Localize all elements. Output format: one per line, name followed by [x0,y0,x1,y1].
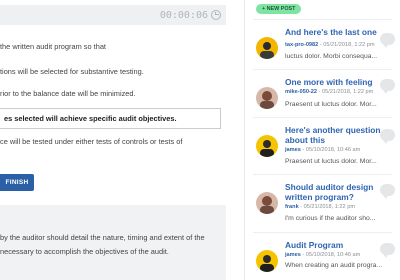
post-excerpt: Praesent ut luctus dolor. Mor... [285,101,377,108]
post-excerpt: Praesent ut luctus dolor. Mor... [285,158,377,165]
speech-bubble-icon [380,129,395,144]
post-title[interactable]: Here's another question about this [285,125,381,145]
answer-option-3[interactable]: rior to the balance date will be minimiz… [0,89,136,99]
avatar [256,87,278,109]
post-divider [253,69,392,70]
avatar [256,250,278,272]
post-title[interactable]: Should auditor design written program? [285,182,381,202]
explanation-line-2: necessary to accomplish the objectives o… [0,247,169,256]
post-divider [253,174,392,175]
timer-readout: 00:00:06 [159,10,208,21]
post-date: - 05/21/2018, 1:22 pm [318,42,375,48]
post-item[interactable]: Here's another question about this james… [245,117,400,179]
clock-icon [211,10,221,20]
post-item[interactable]: Audit Program james - 05/10/2018, 10:46 … [245,232,400,280]
post-date: - 05/10/2018, 10:46 am [300,252,361,258]
post-item[interactable]: And here's the last one tax-pro-0982 - 0… [245,19,400,81]
post-excerpt: I'm curious if the auditor sho... [285,215,376,222]
speech-bubble-icon [380,79,395,94]
post-meta: james - 05/10/2018, 10:46 am [285,252,360,258]
post-date: - 05/21/2018, 1:22 pm [298,204,355,210]
post-title-text[interactable]: One more with feeling [285,77,372,87]
finish-button[interactable]: FINISH [0,174,34,191]
speech-bubble-icon [380,33,395,48]
answer-option-5[interactable]: ce will be tested under either tests of … [0,137,182,147]
post-divider [253,19,392,20]
post-title-line-1[interactable]: Here's another question [285,125,381,135]
post-title-text[interactable]: Audit Program [285,240,343,250]
post-excerpt: luctus dolor. Morbi consequa... [285,53,378,60]
post-title[interactable]: And here's the last one [285,27,381,37]
post-title-line-1[interactable]: Should auditor design [285,182,381,192]
answer-option-4-selected[interactable]: es selected will achieve specific audit … [0,108,221,129]
post-meta: tax-pro-0982 - 05/21/2018, 1:22 pm [285,42,375,48]
speech-bubble-icon [380,184,395,199]
post-meta: james - 05/10/2018, 10:46 am [285,147,360,153]
post-meta: mike-050-22 - 05/21/2018, 1:22 pm [285,89,373,95]
new-post-button[interactable]: + NEW POST [256,4,302,14]
avatar [256,37,278,59]
post-title-line-2[interactable]: about this [285,135,381,145]
post-divider [253,232,392,233]
post-title-line-2[interactable]: written program? [285,192,381,202]
post-divider [253,117,392,118]
post-excerpt: When creating an audit progra... [285,262,383,269]
post-item[interactable]: Should auditor design written program? f… [245,174,400,236]
post-author[interactable]: james [285,147,301,153]
answer-option-2[interactable]: tions will be selected for substantive t… [0,67,144,77]
post-title-text[interactable]: And here's the last one [285,27,377,37]
avatar [256,135,278,157]
post-title[interactable]: Audit Program [285,240,381,250]
explanation-line-1: by the auditor should detail the nature,… [0,233,205,242]
discussion-sidebar: + NEW POST And here's the last one tax-p… [245,0,400,280]
avatar [256,192,278,214]
post-date: - 05/10/2018, 10:46 am [300,147,361,153]
answer-option-1[interactable]: the written audit program so that [0,42,106,52]
explanation-box: by the auditor should detail the nature,… [0,205,226,280]
post-author[interactable]: tax-pro-0982 [285,42,318,48]
quiz-panel: 00:00:06 the written audit program so th… [0,0,244,280]
speech-bubble-icon [380,243,395,258]
post-meta: frank - 05/21/2018, 1:22 pm [285,204,355,210]
post-author[interactable]: mike-050-22 [285,89,317,95]
answer-option-label: es selected will achieve specific audit … [4,114,177,123]
post-date: - 05/21/2018, 1:22 pm [317,89,374,95]
quiz-toolbar: 00:00:06 [0,5,226,25]
post-author[interactable]: james [285,252,301,258]
post-title[interactable]: One more with feeling [285,77,381,87]
post-author[interactable]: frank [285,204,299,210]
